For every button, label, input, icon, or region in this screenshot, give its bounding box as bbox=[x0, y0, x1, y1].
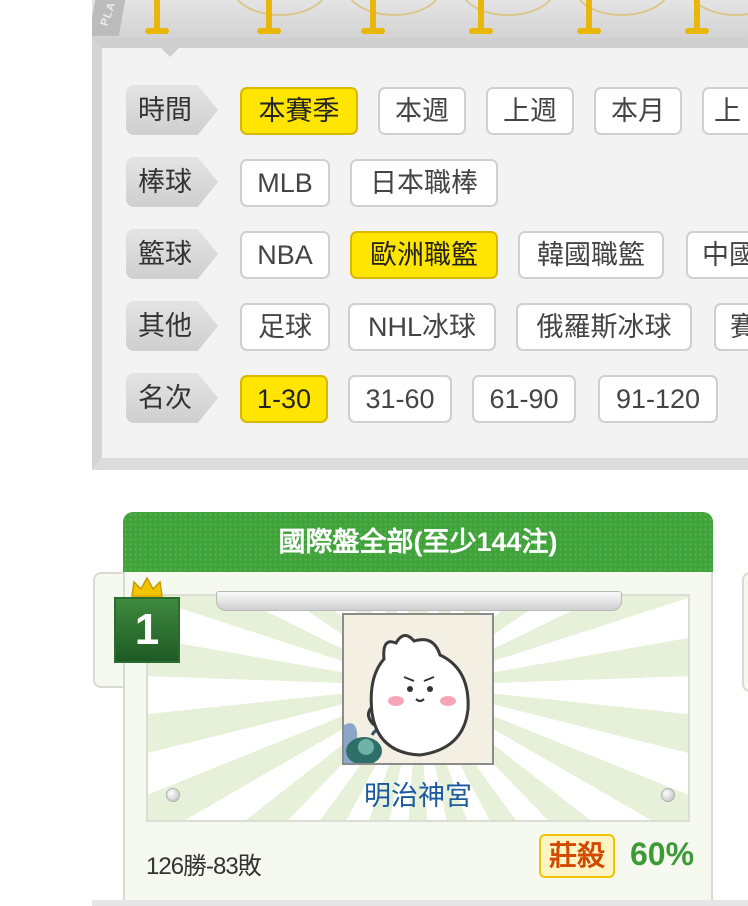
filter-option-this-season[interactable]: 本賽季 bbox=[240, 87, 358, 135]
plaque-rail bbox=[216, 591, 622, 611]
filter-option-this-month[interactable]: 本月 bbox=[594, 87, 682, 135]
player-name[interactable]: 明治神宮 bbox=[146, 774, 690, 813]
player-avatar[interactable] bbox=[342, 613, 494, 765]
filter-option-last-week[interactable]: 上週 bbox=[486, 87, 574, 135]
win-loss-record: 126勝-83敗 bbox=[146, 853, 262, 880]
banner-post bbox=[257, 0, 281, 34]
banner-post bbox=[145, 0, 169, 34]
rank-number: 1 bbox=[114, 597, 180, 663]
card-bottom-border bbox=[92, 900, 748, 906]
filter-option-rank-31-60[interactable]: 31-60 bbox=[348, 375, 452, 423]
filter-option-this-week[interactable]: 本週 bbox=[378, 87, 466, 135]
filter-option-rank-91-120[interactable]: 91-120 bbox=[598, 375, 718, 423]
filter-option-nba[interactable]: NBA bbox=[240, 231, 330, 279]
filter-option-korea-basketball[interactable]: 韓國職籃 bbox=[518, 231, 664, 279]
top-banner: PLA bbox=[92, 0, 748, 40]
filter-option-mlb[interactable]: MLB bbox=[240, 159, 330, 207]
filter-option-khl[interactable]: 俄羅斯冰球 bbox=[516, 303, 692, 351]
bet-type-badge: 莊殺 bbox=[539, 834, 615, 878]
ranking-card-title: 國際盤全部(至少144注) bbox=[123, 512, 713, 572]
filter-option-npb[interactable]: 日本職棒 bbox=[350, 159, 498, 207]
filter-option-rank-61-90[interactable]: 61-90 bbox=[472, 375, 576, 423]
filter-option-euro-basketball[interactable]: 歐洲職籃 bbox=[350, 231, 498, 279]
win-percentage: 60% bbox=[630, 836, 695, 872]
filter-option-rank-1-30[interactable]: 1-30 bbox=[240, 375, 328, 423]
avatar-image bbox=[344, 615, 492, 763]
filter-option-last-month[interactable]: 上 bbox=[702, 87, 748, 135]
banner-post bbox=[685, 0, 709, 34]
filter-option-nhl[interactable]: NHL冰球 bbox=[348, 303, 496, 351]
banner-post bbox=[577, 0, 601, 34]
banner-post bbox=[361, 0, 385, 34]
filter-option-soccer[interactable]: 足球 bbox=[240, 303, 330, 351]
banner-post bbox=[469, 0, 493, 34]
next-card-edge bbox=[742, 572, 748, 692]
filter-option-china-basketball[interactable]: 中國 bbox=[686, 231, 748, 279]
filter-option-more[interactable]: 賽 bbox=[714, 303, 748, 351]
